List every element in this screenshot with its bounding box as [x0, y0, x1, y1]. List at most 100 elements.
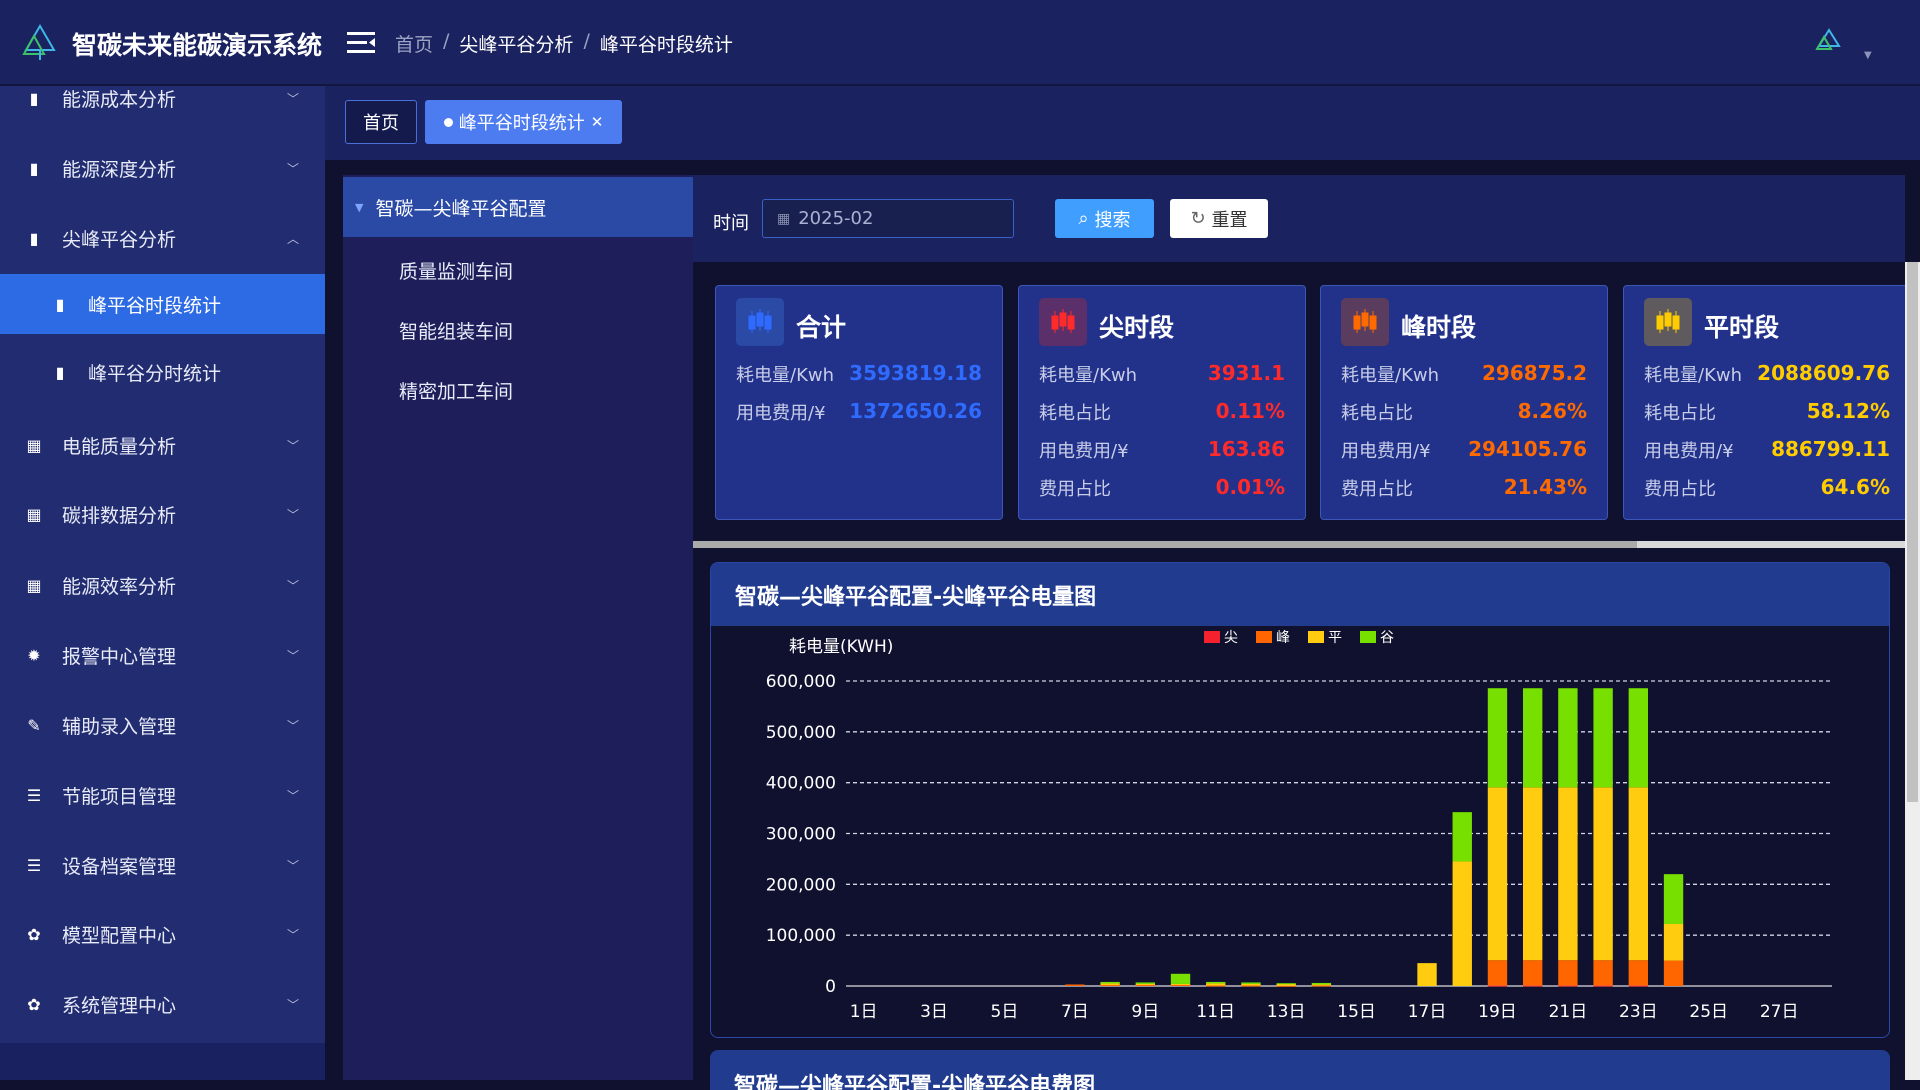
tab-active[interactable]: 峰平谷时段统计 ✕: [425, 100, 622, 144]
bar-segment-平[interactable]: [1487, 787, 1508, 961]
chevron-down-icon[interactable]: ﹀: [287, 857, 299, 874]
bar-segment-峰[interactable]: [1065, 984, 1085, 986]
bar-segment-峰[interactable]: [1487, 960, 1508, 986]
chevron-up-icon[interactable]: ︿: [287, 230, 299, 247]
chevron-down-icon[interactable]: ﹀: [287, 926, 299, 943]
bar-segment-谷[interactable]: [1100, 981, 1120, 984]
caret-down-icon[interactable]: ▼: [355, 201, 363, 214]
legend-label[interactable]: 尖: [1224, 630, 1238, 646]
chevron-down-icon[interactable]: ﹀: [287, 647, 299, 664]
bar-segment-尖[interactable]: [1487, 985, 1508, 987]
bar-segment-峰[interactable]: [1135, 984, 1156, 986]
refresh-icon: ↻: [1190, 208, 1206, 229]
sidebar-item[interactable]: ▮ 能源成本分析 ﹀: [0, 68, 325, 128]
legend-swatch[interactable]: [1360, 631, 1376, 643]
legend-swatch[interactable]: [1204, 631, 1220, 643]
caret-down-icon[interactable]: ▼: [1864, 50, 1872, 61]
sidebar-item[interactable]: ✿ 模型配置中心 ﹀: [0, 904, 325, 964]
sidebar-item[interactable]: ✿ 系统管理中心 ﹀: [0, 974, 325, 1034]
chevron-down-icon[interactable]: ﹀: [287, 717, 299, 734]
bar-segment-峰[interactable]: [1241, 985, 1261, 987]
bar-segment-谷[interactable]: [1558, 688, 1578, 788]
bar-segment-平[interactable]: [1593, 787, 1613, 961]
x-tick-label: 7日: [1061, 1002, 1089, 1022]
bar-segment-平[interactable]: [1663, 923, 1684, 961]
sidebar-item[interactable]: ▮ 峰平谷时段统计: [0, 274, 325, 334]
sidebar-item[interactable]: ☰ 节能项目管理 ﹀: [0, 765, 325, 825]
sidebar-item[interactable]: ☰ 设备档案管理 ﹀: [0, 835, 325, 895]
tab-home[interactable]: 首页: [345, 100, 417, 144]
sidebar-item[interactable]: ▮ 尖峰平谷分析 ︿: [0, 208, 325, 268]
bar-segment-尖[interactable]: [1558, 985, 1578, 987]
legend-label[interactable]: 平: [1328, 630, 1342, 646]
bar-segment-平[interactable]: [1558, 787, 1578, 961]
chevron-down-icon[interactable]: ﹀: [287, 787, 299, 804]
chevron-down-icon[interactable]: ﹀: [287, 90, 299, 107]
legend-swatch[interactable]: [1256, 631, 1272, 643]
month-picker-input[interactable]: ▦ 2025-02: [762, 199, 1014, 238]
tree-root[interactable]: ▼ 智碳—尖峰平谷配置: [343, 177, 693, 237]
bar-segment-平[interactable]: [1135, 983, 1156, 985]
bar-segment-谷[interactable]: [1593, 688, 1613, 788]
sidebar-item[interactable]: ▦ 电能质量分析 ﹀: [0, 415, 325, 475]
bar-segment-峰[interactable]: [1522, 960, 1543, 986]
bar-segment-谷[interactable]: [1628, 688, 1649, 788]
reset-button[interactable]: ↻ 重置: [1170, 199, 1268, 238]
bar-segment-平[interactable]: [1417, 963, 1437, 986]
sidebar-item[interactable]: ✹ 报警中心管理 ﹀: [0, 625, 325, 685]
bar-segment-谷[interactable]: [1241, 982, 1261, 984]
tree-item[interactable]: 质量监测车间: [399, 257, 513, 284]
sidebar-item[interactable]: ▮ 峰平谷分时统计: [0, 342, 325, 402]
bar-segment-峰[interactable]: [1663, 960, 1684, 986]
bar-segment-谷[interactable]: [1170, 973, 1191, 984]
bar-segment-谷[interactable]: [1311, 982, 1332, 985]
bar-segment-峰[interactable]: [1100, 984, 1120, 986]
bar-segment-平[interactable]: [1100, 983, 1120, 985]
sidebar-item[interactable]: ▦ 能源效率分析 ﹀: [0, 555, 325, 615]
bar-segment-谷[interactable]: [1135, 982, 1156, 984]
vertical-scroll-thumb[interactable]: [1907, 262, 1918, 802]
tree-item[interactable]: 智能组装车间: [399, 317, 513, 344]
sidebar-item[interactable]: ▮ 能源深度分析 ﹀: [0, 138, 325, 198]
bar-segment-谷[interactable]: [1487, 688, 1508, 788]
user-avatar[interactable]: [1815, 28, 1843, 54]
breadcrumb-home[interactable]: 首页: [395, 30, 433, 57]
bar-segment-平[interactable]: [1170, 983, 1191, 985]
bar-segment-平[interactable]: [1206, 983, 1226, 986]
menu-toggle-icon[interactable]: [347, 32, 377, 54]
legend-label[interactable]: 谷: [1380, 630, 1394, 646]
chevron-down-icon[interactable]: ﹀: [287, 160, 299, 177]
bar-segment-尖[interactable]: [1522, 985, 1543, 987]
bar-segment-谷[interactable]: [1522, 688, 1543, 788]
close-icon[interactable]: ✕: [591, 113, 604, 131]
sidebar: ▮ 能源成本分析 ﹀ ▮ 能源深度分析 ﹀ ▮ 尖峰平谷分析 ︿ ▮ 峰平谷时段统计 ▮ 峰平谷分时统计…: [0, 86, 325, 1043]
chevron-down-icon[interactable]: ﹀: [287, 437, 299, 454]
bar-segment-平[interactable]: [1522, 787, 1543, 961]
bar-segment-平[interactable]: [1241, 983, 1261, 986]
sidebar-item[interactable]: ▦ 碳排数据分析 ﹀: [0, 484, 325, 544]
bar-segment-峰[interactable]: [1276, 985, 1296, 987]
bar-segment-峰[interactable]: [1628, 960, 1649, 986]
bar-segment-峰[interactable]: [1311, 985, 1332, 987]
legend-swatch[interactable]: [1308, 631, 1324, 643]
bar-segment-尖[interactable]: [1593, 985, 1613, 987]
bar-segment-谷[interactable]: [1206, 981, 1226, 984]
horizontal-scroll-thumb[interactable]: [693, 541, 1637, 548]
chevron-down-icon[interactable]: ﹀: [287, 506, 299, 523]
tree-item[interactable]: 精密加工车间: [399, 377, 513, 404]
bar-segment-平[interactable]: [1628, 787, 1649, 961]
bar-segment-峰[interactable]: [1593, 960, 1613, 986]
legend-label[interactable]: 峰: [1276, 630, 1290, 646]
bar-segment-峰[interactable]: [1558, 960, 1578, 986]
bar-segment-平[interactable]: [1311, 984, 1332, 986]
sidebar-item[interactable]: ✎ 辅助录入管理 ﹀: [0, 695, 325, 755]
bar-segment-谷[interactable]: [1452, 812, 1472, 862]
bar-segment-尖[interactable]: [1628, 985, 1649, 987]
bar-segment-谷[interactable]: [1276, 983, 1296, 985]
bar-segment-谷[interactable]: [1663, 874, 1684, 924]
bar-segment-峰[interactable]: [1206, 985, 1226, 987]
bar-segment-平[interactable]: [1452, 861, 1472, 986]
search-button[interactable]: ⌕ 搜索: [1055, 199, 1154, 238]
chevron-down-icon[interactable]: ﹀: [287, 577, 299, 594]
chevron-down-icon[interactable]: ﹀: [287, 996, 299, 1013]
